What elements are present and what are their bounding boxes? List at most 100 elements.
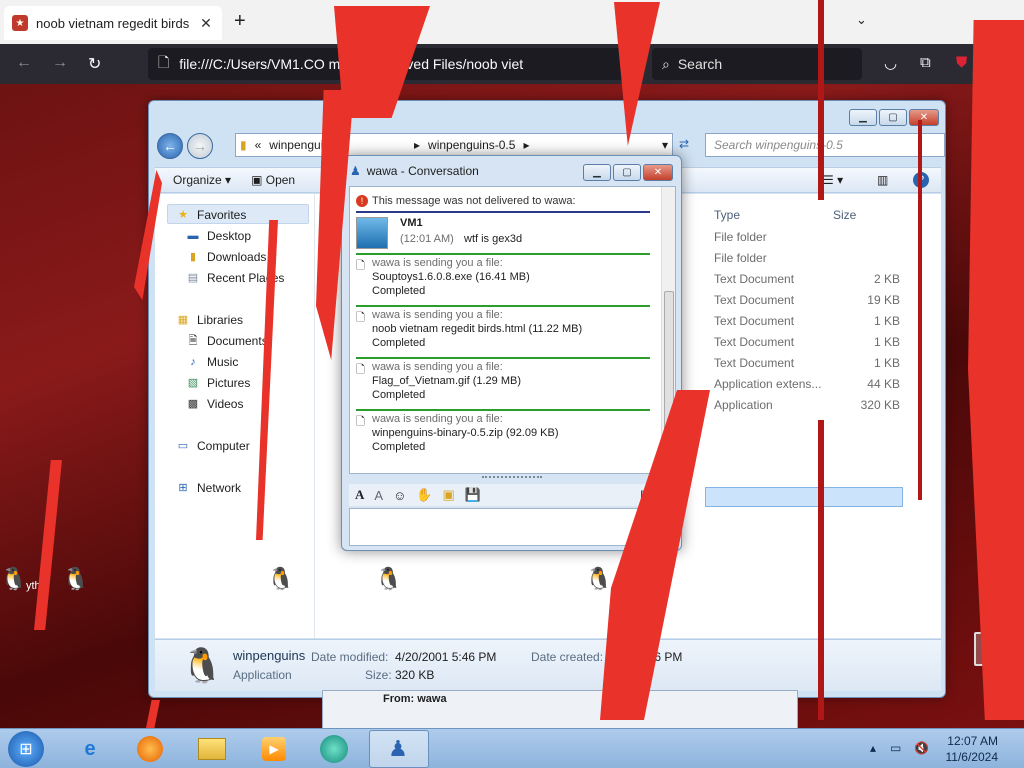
network-icon: ⊞	[178, 482, 188, 494]
sender-avatar	[356, 217, 388, 249]
file-transfer-item[interactable]: 🗋 wawa is sending you a file: winpenguin…	[356, 413, 650, 453]
folder-glyph	[198, 738, 226, 760]
message-separator	[356, 357, 650, 359]
view-options-icon[interactable]: ☰ ▾	[823, 173, 843, 187]
list-tabs-chevron-icon[interactable]: ⌄	[856, 12, 867, 28]
folder-icon: ▮	[240, 138, 247, 152]
close-button[interactable]: ✕	[909, 109, 939, 126]
nav-item-music[interactable]: ♪ Music	[185, 355, 238, 369]
conversation-title-buttons: ▁ ▢ ✕	[583, 164, 673, 181]
messenger-icon: ♟	[350, 164, 361, 178]
transfer-status: Completed	[372, 441, 426, 453]
nav-item-libraries[interactable]: ▦ Libraries	[175, 313, 243, 327]
extensions-icon[interactable]: ⧉	[920, 54, 931, 71]
nav-item-downloads[interactable]: ▮ Downloads	[185, 250, 266, 264]
maximize-button[interactable]: ▢	[613, 164, 641, 181]
column-header-type[interactable]: Type	[714, 208, 740, 222]
system-clock[interactable]: 12:07 AM 11/6/2024	[946, 733, 999, 765]
file-icon: 🗋	[356, 260, 365, 272]
font-color-icon[interactable]: A	[374, 488, 383, 503]
back-arrow-icon[interactable]: ←	[16, 54, 32, 72]
refresh-icon[interactable]: ⇄	[679, 137, 689, 151]
minimize-button[interactable]: ▁	[583, 164, 611, 181]
resize-grip[interactable]	[482, 476, 542, 480]
breadcrumb-arrow-icon[interactable]: ▸	[414, 138, 420, 152]
explorer-search-input[interactable]: Search winpenguins-0.5	[705, 133, 945, 157]
nudge-icon[interactable]: ✋	[416, 487, 432, 503]
firefox-glyph	[137, 736, 163, 762]
internet-explorer-icon[interactable]: e	[74, 733, 106, 765]
breadcrumb-arrow-icon[interactable]: ▸	[523, 138, 529, 152]
page-icon: 🗋	[158, 54, 170, 70]
file-transfer-item[interactable]: 🗋 wawa is sending you a file: Flag_of_Vi…	[356, 361, 650, 401]
show-hidden-icons-icon[interactable]: ▴	[870, 741, 876, 755]
nav-label: Pictures	[207, 376, 251, 390]
ublock-icon[interactable]: ⛊	[956, 54, 967, 71]
transfer-file[interactable]: winpenguins-binary-0.5.zip (92.09 KB)	[356, 427, 650, 439]
volume-muted-icon[interactable]: 🔇	[914, 741, 929, 755]
nav-item-videos[interactable]: ▩ Videos	[185, 397, 244, 411]
star-icon: ★	[178, 209, 188, 221]
organize-button[interactable]: Organize ▾	[173, 173, 231, 187]
nav-item-computer[interactable]: ▭ Computer	[175, 439, 250, 453]
address-bar[interactable]: ▮ « winpenguins ▸ winpenguins-0.5 ▸ ▾	[235, 133, 673, 157]
file-size: 1 KB	[873, 356, 900, 370]
transfer-header: wawa is sending you a file:	[372, 361, 503, 373]
address-overflow[interactable]: «	[255, 138, 262, 152]
minimize-button[interactable]: ▁	[849, 109, 877, 126]
column-header-size[interactable]: Size	[833, 208, 856, 222]
details-size-value: 320 KB	[395, 668, 435, 682]
live-messenger-icon[interactable]: ♟	[382, 733, 414, 765]
selected-row-highlight	[705, 487, 903, 507]
back-button[interactable]: ←	[157, 133, 183, 159]
transfer-file[interactable]: noob vietnam regedit birds.html (11.22 M…	[356, 323, 650, 335]
format-toolbar: A A ☺ ✋ ▣ 💾 ▤ ◔	[349, 484, 676, 506]
save-icon[interactable]: 💾	[465, 487, 481, 503]
transfer-file[interactable]: Souptoys1.6.0.8.exe (16.41 MB)	[356, 271, 650, 283]
file-preview-penguin-icon: 🐧	[181, 647, 224, 685]
nav-item-documents[interactable]: 🗎 Documents	[185, 334, 268, 348]
emoticon-icon[interactable]: ☺	[393, 488, 406, 503]
font-icon[interactable]: A	[355, 487, 364, 503]
address-dropdown-icon[interactable]: ▾	[662, 138, 668, 152]
start-button[interactable]: ⊞	[8, 731, 44, 767]
reload-icon[interactable]: ↻	[88, 54, 101, 74]
penguin-sprite: 🐧	[62, 566, 90, 591]
network-tray-icon[interactable]: ▭	[890, 741, 901, 755]
messenger-chat-icon[interactable]	[318, 733, 350, 765]
clock-time: 12:07 AM	[947, 734, 998, 748]
file-transfer-item[interactable]: 🗋 wawa is sending you a file: noob vietn…	[356, 309, 650, 349]
forward-button[interactable]: →	[187, 133, 213, 159]
nav-item-network[interactable]: ⊞ Network	[175, 481, 241, 495]
maximize-button[interactable]: ▢	[879, 109, 907, 126]
firefox-icon[interactable]	[134, 733, 166, 765]
nav-item-pictures[interactable]: ▧ Pictures	[185, 376, 251, 390]
tab-close-icon[interactable]: ✕	[198, 15, 214, 32]
screen-artifact	[818, 0, 824, 200]
browser-tab[interactable]: ★ noob vietnam regedit birds ✕	[4, 6, 222, 40]
preview-pane-icon[interactable]: ▥	[877, 173, 888, 187]
nav-item-favorites[interactable]: ★ Favorites	[175, 208, 246, 222]
transfer-file[interactable]: Flag_of_Vietnam.gif (1.29 MB)	[356, 375, 650, 387]
file-icon: 🗋	[356, 364, 365, 376]
address-segment-2[interactable]: winpenguins-0.5	[428, 138, 515, 152]
conversation-title-bar: ♟ wawa - Conversation	[350, 164, 479, 178]
file-explorer-icon[interactable]	[196, 733, 228, 765]
clock-date: 11/6/2024	[945, 750, 999, 764]
send-files-icon[interactable]: ▣	[443, 487, 455, 503]
nav-label: Downloads	[207, 250, 267, 264]
error-text: This message was not delivered to wawa:	[372, 195, 576, 207]
file-type: Application extens...	[714, 377, 822, 391]
open-button[interactable]: ▣ Open	[251, 173, 295, 187]
forward-arrow-icon[interactable]: →	[52, 54, 68, 72]
file-transfer-item[interactable]: 🗋 wawa is sending you a file: Souptoys1.…	[356, 257, 650, 297]
browser-search-field[interactable]: ⌕ Search	[652, 48, 862, 80]
close-button[interactable]: ✕	[643, 164, 673, 181]
nav-item-desktop[interactable]: ▬ Desktop	[185, 229, 252, 243]
pocket-icon[interactable]: ◡	[884, 54, 897, 72]
browser-search-placeholder: Search	[677, 56, 723, 72]
new-tab-button[interactable]: +	[234, 10, 246, 33]
media-player-icon[interactable]: ▶	[258, 733, 290, 765]
details-created-label: Date created:	[531, 650, 604, 664]
open-icon: ▣	[251, 173, 266, 187]
